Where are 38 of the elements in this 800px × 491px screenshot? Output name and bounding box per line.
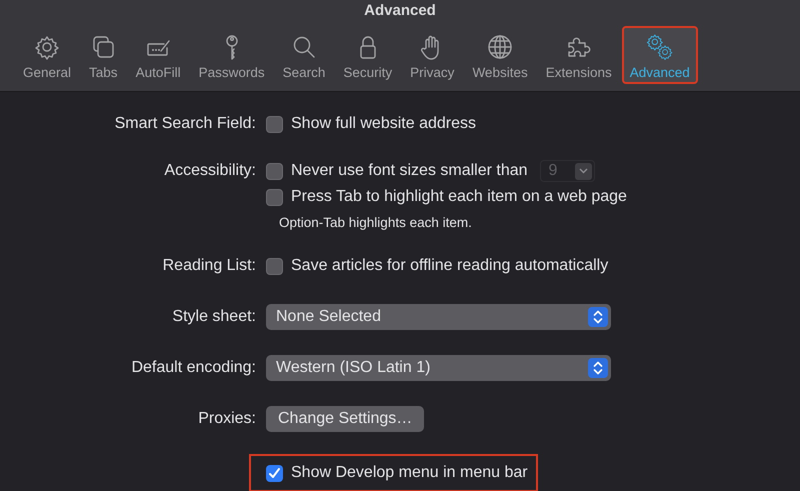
toolbar-tab[interactable]: Privacy xyxy=(402,26,462,84)
popup-menu[interactable]: Western (ISO Latin 1) xyxy=(266,355,611,381)
checkbox[interactable] xyxy=(266,162,283,180)
checkbox[interactable] xyxy=(266,258,283,274)
toolbar-tab[interactable]: General xyxy=(15,26,80,84)
stepper-icon xyxy=(588,358,608,378)
toolbar-tab[interactable]: AutoFill xyxy=(128,26,189,84)
checkbox-label: Show full website address xyxy=(291,114,476,134)
toolbar-tab[interactable]: Extensions xyxy=(538,26,620,84)
setting-label: Smart Search Field: xyxy=(114,114,256,134)
chevron-down-icon xyxy=(578,168,588,174)
setting-label: Proxies: xyxy=(198,409,256,429)
checkbox-label: Show Develop menu in menu bar xyxy=(291,463,528,483)
setting-label: Style sheet: xyxy=(172,307,256,327)
change-settings-button[interactable]: Change Settings… xyxy=(266,406,424,432)
toolbar-tab[interactable]: Websites xyxy=(464,26,536,84)
setting-label: Accessibility: xyxy=(164,161,256,181)
toolbar-tab[interactable]: Tabs xyxy=(81,26,126,84)
checkbox-label: Save articles for offline reading automatically xyxy=(291,256,608,276)
popup-menu[interactable]: None Selected xyxy=(266,304,611,330)
globe-icon xyxy=(487,34,514,60)
toolbar-tab[interactable]: Security xyxy=(335,26,400,84)
search-icon xyxy=(291,34,317,60)
toolbar-tab[interactable]: Search xyxy=(274,26,334,84)
stepper-icon xyxy=(588,307,608,327)
toolbar-tab[interactable]: Advanced xyxy=(622,26,698,84)
checkbox-label: Press Tab to highlight each item on a web page xyxy=(291,187,627,207)
hint-text: Option-Tab highlights each item. xyxy=(279,214,472,232)
gears-icon xyxy=(646,34,673,60)
gear-icon xyxy=(34,34,60,60)
toolbar-tab[interactable]: Passwords xyxy=(190,26,273,84)
checkbox[interactable] xyxy=(266,188,283,206)
setting-label: Reading List: xyxy=(162,256,256,276)
window-title: Advanced xyxy=(364,1,436,21)
setting-label: Default encoding: xyxy=(131,358,256,378)
checkbox[interactable] xyxy=(266,464,283,482)
checkbox[interactable] xyxy=(266,116,283,132)
checkbox-label: Never use font sizes smaller than xyxy=(291,161,528,181)
